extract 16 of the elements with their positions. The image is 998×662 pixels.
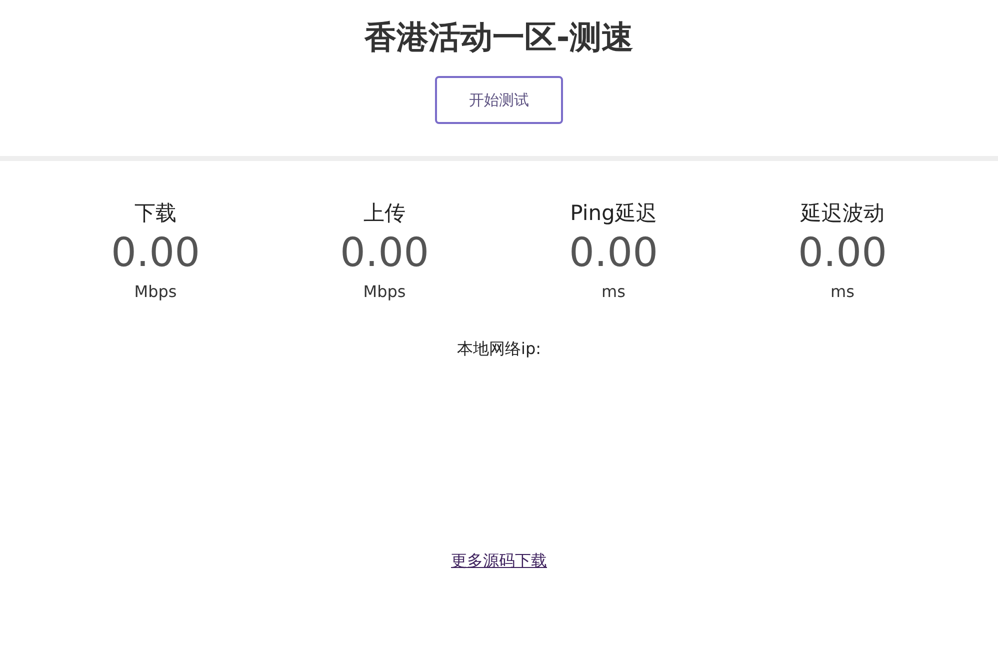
more-source-download-link[interactable]: 更多源码下载 bbox=[451, 549, 547, 573]
metric-value: 0.00 bbox=[798, 229, 888, 278]
metric-unit: ms bbox=[830, 281, 854, 303]
metric-value: 0.00 bbox=[110, 229, 200, 278]
metric-value: 0.00 bbox=[568, 229, 658, 278]
metric-unit: Mbps bbox=[134, 281, 177, 303]
metric-unit: ms bbox=[602, 281, 626, 303]
metric-label: 下载 bbox=[134, 200, 176, 227]
local-ip-label: 本地网络ip: bbox=[457, 338, 541, 360]
metric-label: 延迟波动 bbox=[800, 200, 884, 227]
start-test-button[interactable]: 开始测试 bbox=[435, 76, 563, 124]
page-title: 香港活动一区-测速 bbox=[364, 17, 634, 58]
metric-label: 上传 bbox=[364, 200, 406, 227]
metric-label: Ping延迟 bbox=[570, 200, 657, 227]
metric-unit: Mbps bbox=[363, 281, 406, 303]
metric-value: 0.00 bbox=[340, 229, 430, 278]
